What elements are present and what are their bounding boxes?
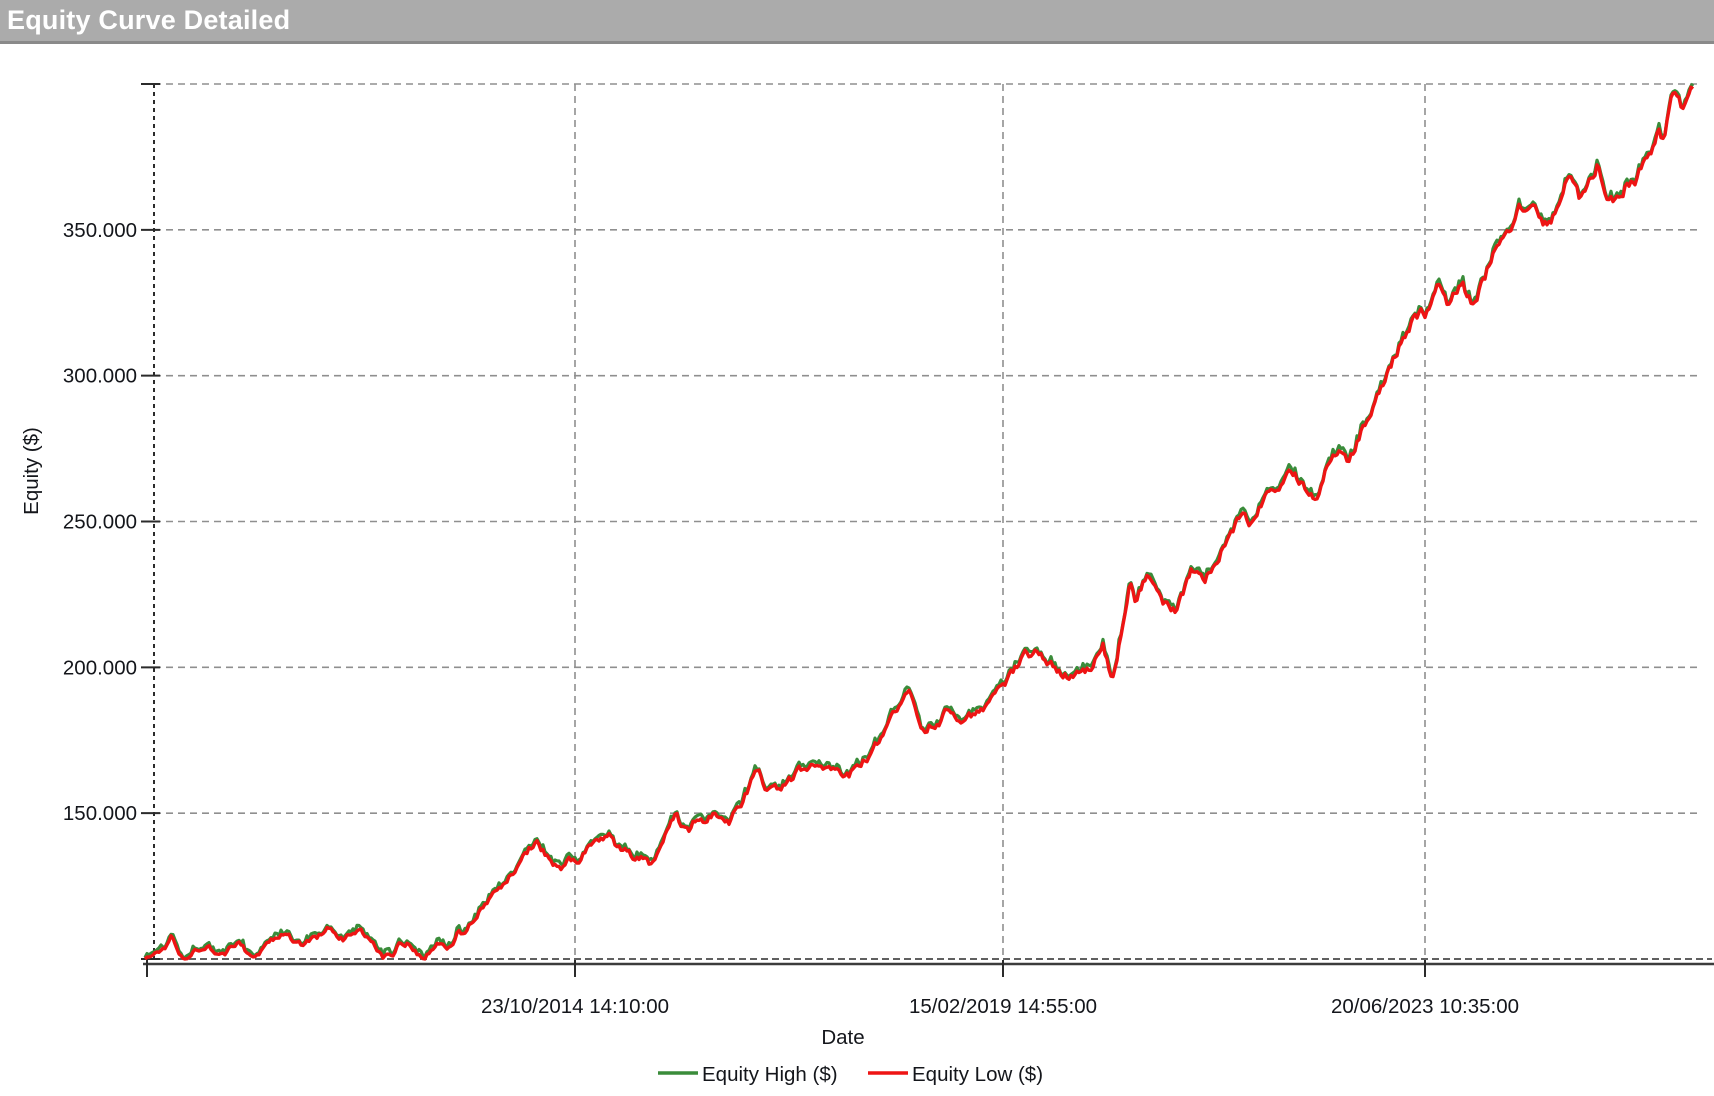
equity-chart: 150.000 200.000 250.000 300.000 350.000 23/10… xyxy=(0,46,1714,1096)
y-tick-label: 200.000 xyxy=(63,656,137,679)
y-tick-label: 150.000 xyxy=(63,802,137,825)
x-tick-label: 23/10/2014 14:10:00 xyxy=(481,995,669,1018)
x-tick-label: 20/06/2023 10:35:00 xyxy=(1331,995,1519,1018)
legend-label-equity-high: Equity High ($) xyxy=(702,1063,838,1086)
y-axis-title: Equity ($) xyxy=(20,427,43,515)
y-tick-label: 350.000 xyxy=(63,219,137,242)
y-tick-label: 300.000 xyxy=(63,365,137,388)
window-title: Equity Curve Detailed xyxy=(0,0,1714,41)
x-axis-title: Date xyxy=(821,1026,864,1049)
window: Equity Curve Detailed 150.000 200.000 250.… xyxy=(0,0,1714,1096)
series-equity-high xyxy=(145,84,1693,958)
x-tick-label: 15/02/2019 14:55:00 xyxy=(909,995,1097,1018)
legend-label-equity-low: Equity Low ($) xyxy=(912,1063,1043,1086)
y-tick-label: 250.000 xyxy=(63,511,137,534)
series-equity-low xyxy=(145,87,1693,959)
window-title-bar: Equity Curve Detailed xyxy=(0,0,1714,44)
